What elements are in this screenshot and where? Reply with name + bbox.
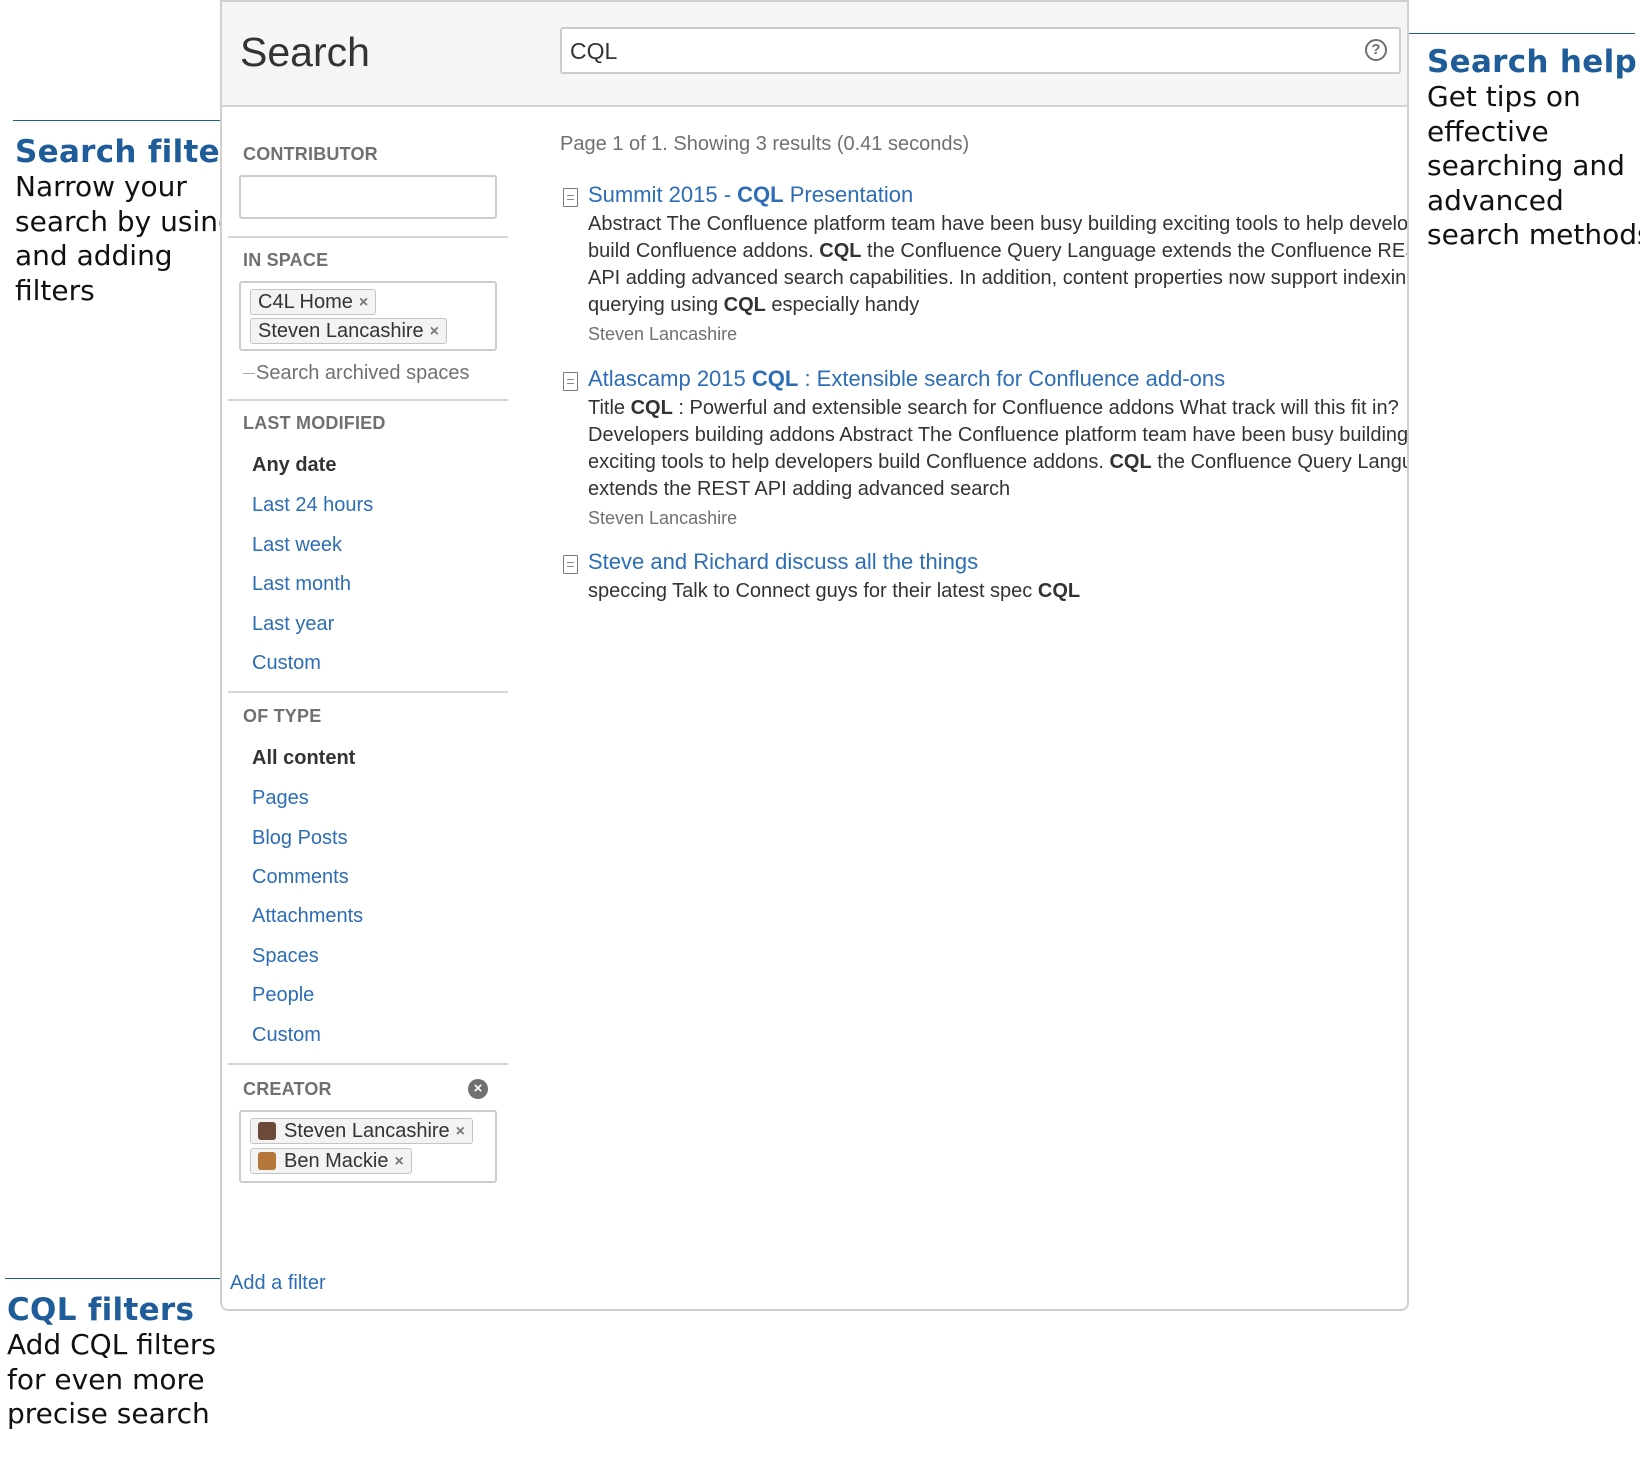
last-modified-option-any-date[interactable]: Any date xyxy=(252,453,336,477)
search-header: Search ? xyxy=(222,2,1407,107)
annotation-text-line: Add CQL filters xyxy=(7,1328,216,1361)
page-icon xyxy=(563,188,578,207)
remove-tag-icon[interactable]: × xyxy=(456,1120,465,1143)
remove-tag-icon[interactable]: × xyxy=(395,1150,404,1173)
remove-tag-icon[interactable]: × xyxy=(359,291,368,314)
space-tag-box[interactable]: C4L Home × Steven Lancashire × xyxy=(239,281,497,351)
search-help-leader-line xyxy=(1375,33,1635,34)
annotation-text-line: effective xyxy=(1427,114,1549,148)
creator-tag: Steven Lancashire × xyxy=(250,1118,474,1144)
space-tag: C4L Home × xyxy=(250,289,377,315)
highlight-term: CQL xyxy=(819,240,862,262)
excerpt-line: speccing Talk to Connect guys for their … xyxy=(588,580,1081,602)
last-modified-option-24-hours[interactable]: Last 24 hours xyxy=(252,493,373,517)
avatar xyxy=(258,1122,276,1140)
type-option-pages[interactable]: Pages xyxy=(252,786,309,810)
annotation-text-line: for even more xyxy=(7,1362,205,1396)
annotation-text-line: filters xyxy=(15,273,95,307)
creator-tag: Ben Mackie × xyxy=(250,1148,412,1174)
search-archived-spaces-toggle[interactable]: Search archived spaces xyxy=(243,361,469,385)
in-space-filter-title: IN SPACE xyxy=(243,250,329,270)
annotation-text-line: search by using xyxy=(15,204,236,238)
excerpt-line: Title CQL : Powerful and extensible sear… xyxy=(588,397,1399,419)
contributor-input[interactable] xyxy=(239,175,497,219)
type-option-attachments[interactable]: Attachments xyxy=(252,904,363,928)
last-modified-filter-title: LAST MODIFIED xyxy=(243,413,386,433)
highlight-term: CQL xyxy=(630,397,673,419)
last-modified-option-year[interactable]: Last year xyxy=(252,612,334,636)
cql-filters-annotation: CQL filters Add CQL filters for even mor… xyxy=(7,1292,216,1432)
question-circle-icon[interactable]: ? xyxy=(1365,39,1387,61)
highlight-term: CQL xyxy=(723,294,766,316)
last-modified-option-month[interactable]: Last month xyxy=(252,572,351,596)
excerpt-line: querying using CQL especially handy xyxy=(588,294,920,316)
highlight-term: CQL xyxy=(1037,580,1081,602)
result-author: Steven Lancashire xyxy=(588,324,738,344)
section-divider xyxy=(228,691,508,693)
result-excerpt: Abstract The Confluence platform team ha… xyxy=(588,211,1409,319)
annotation-title: CQL filters xyxy=(7,1292,195,1328)
search-help-annotation: Search help Get tips on effective search… xyxy=(1427,44,1640,253)
tag-label: Steven Lancashire xyxy=(284,1119,450,1142)
type-option-comments[interactable]: Comments xyxy=(252,865,349,889)
annotation-text-line: advanced xyxy=(1427,183,1564,217)
annotation-text-line: precise search xyxy=(7,1397,210,1430)
result-excerpt: Title CQL : Powerful and extensible sear… xyxy=(588,395,1409,503)
type-option-spaces[interactable]: Spaces xyxy=(252,944,319,968)
creator-filter-title: CREATOR xyxy=(243,1079,332,1099)
type-option-custom[interactable]: Custom xyxy=(252,1023,321,1047)
highlight-term: CQL xyxy=(1109,451,1152,473)
results-summary: Page 1 of 1. Showing 3 results (0.41 sec… xyxy=(560,133,970,155)
toggle-dash-icon xyxy=(243,373,255,375)
last-modified-option-week[interactable]: Last week xyxy=(252,533,342,557)
of-type-filter-title: OF TYPE xyxy=(243,706,322,726)
annotation-text-line: and adding xyxy=(15,239,173,272)
excerpt-line: Abstract The Confluence platform team ha… xyxy=(588,213,1409,235)
annotation-title: Search filters xyxy=(15,134,255,170)
archived-label: Search archived spaces xyxy=(256,362,470,384)
section-divider xyxy=(228,236,508,238)
result-excerpt: speccing Talk to Connect guys for their … xyxy=(588,578,1407,605)
page-icon xyxy=(563,372,578,391)
annotation-title: Search help xyxy=(1427,44,1638,80)
section-divider xyxy=(228,399,508,401)
excerpt-line: Developers building addons Abstract The … xyxy=(588,424,1409,446)
excerpt-line: exciting tools to help developers build … xyxy=(588,451,1407,473)
remove-tag-icon[interactable]: × xyxy=(430,320,439,343)
contributor-filter-title: CONTRIBUTOR xyxy=(243,144,378,164)
result-title-link[interactable]: Steve and Richard discuss all the things xyxy=(588,548,978,576)
search-input[interactable] xyxy=(570,34,1340,68)
page-icon xyxy=(563,555,578,574)
type-option-blog-posts[interactable]: Blog Posts xyxy=(252,826,348,850)
result-author: Steven Lancashire xyxy=(588,508,738,528)
tag-label: Ben Mackie xyxy=(284,1149,389,1172)
result-title-link[interactable]: Atlascamp 2015 CQL : Extensible search f… xyxy=(588,365,1225,393)
excerpt-line: API adding advanced search capabilities.… xyxy=(588,267,1409,289)
tag-label: C4L Home xyxy=(258,290,353,313)
type-option-people[interactable]: People xyxy=(252,983,314,1007)
cql-filters-leader-line xyxy=(5,1278,229,1279)
clear-filter-icon[interactable]: × xyxy=(468,1079,488,1099)
tag-label: Steven Lancashire xyxy=(258,319,424,342)
annotation-text-line: searching and xyxy=(1427,149,1625,182)
space-tag: Steven Lancashire × xyxy=(250,318,448,344)
excerpt-line: extends the REST API adding advanced sea… xyxy=(588,478,1011,500)
search-box[interactable]: ? xyxy=(560,27,1401,74)
section-divider xyxy=(228,1063,508,1065)
annotation-text-line: Narrow your xyxy=(15,170,187,203)
result-title-link[interactable]: Summit 2015 - CQL Presentation xyxy=(588,181,913,209)
creator-tag-box[interactable]: Steven Lancashire × Ben Mackie × xyxy=(239,1110,497,1183)
add-filter-link[interactable]: Add a filter xyxy=(230,1271,326,1295)
last-modified-option-custom[interactable]: Custom xyxy=(252,651,321,675)
search-filters-annotation: Search filters Narrow your search by usi… xyxy=(15,134,254,308)
excerpt-line: build Confluence addons. CQL the Conflue… xyxy=(588,240,1409,262)
avatar xyxy=(258,1152,276,1170)
annotation-text-line: search methods xyxy=(1427,218,1640,251)
annotation-text-line: Get tips on xyxy=(1427,80,1581,113)
page-title: Search xyxy=(240,29,370,75)
type-option-all-content[interactable]: All content xyxy=(252,746,355,770)
search-panel: Search ? CONTRIBUTOR IN SPACE C4L Home ×… xyxy=(220,0,1409,1311)
